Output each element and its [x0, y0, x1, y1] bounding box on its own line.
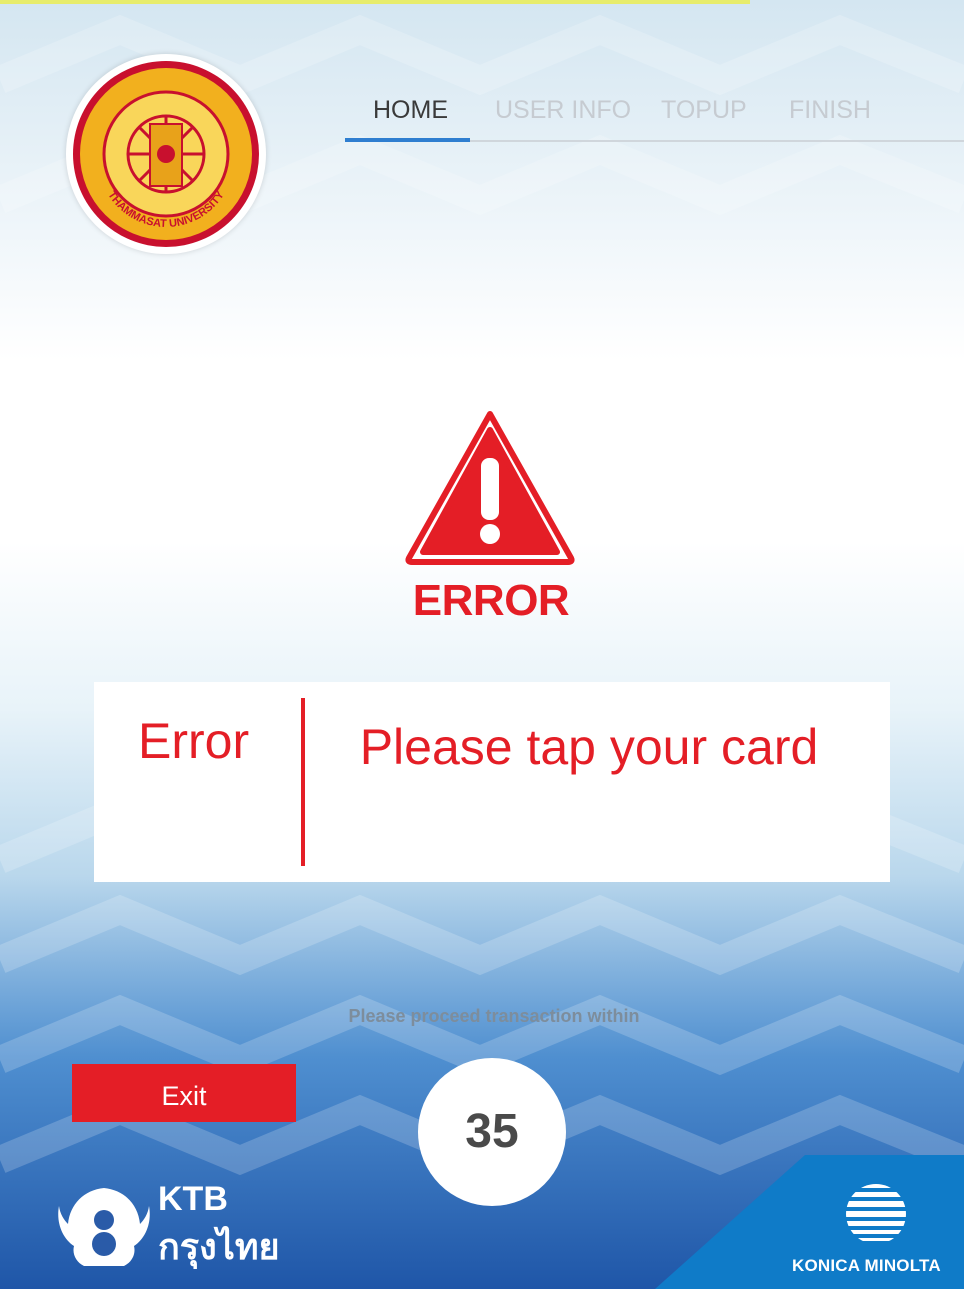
garuda-icon — [58, 1188, 150, 1266]
countdown-label: Please proceed transaction within — [348, 1006, 640, 1026]
tab-finish[interactable]: FINISH — [789, 96, 871, 125]
university-logo: THAMMASAT UNIVERSITY — [66, 54, 266, 254]
tab-topup[interactable]: TOPUP — [661, 96, 747, 125]
exit-button[interactable]: Exit — [72, 1064, 296, 1122]
konica-minolta-logo-text: KONICA MINOLTA — [792, 1256, 941, 1275]
warning-icon — [405, 411, 575, 565]
ktb-thai-name: กรุงไทย — [158, 1226, 280, 1267]
message-divider — [301, 698, 305, 866]
ktb-name: KTB — [158, 1180, 228, 1218]
ktb-logo: KTB กรุงไทย — [54, 1180, 304, 1270]
tab-user-info[interactable]: USER INFO — [495, 96, 631, 125]
error-message: Please tap your card — [359, 719, 819, 775]
konica-minolta-globe-icon — [846, 1184, 906, 1241]
error-message-box: Error Please tap your card — [94, 682, 890, 882]
error-label: Error — [138, 713, 250, 769]
thammasat-seal-icon: THAMMASAT UNIVERSITY — [73, 61, 259, 247]
step-nav: HOME USER INFO TOPUP FINISH — [345, 96, 964, 146]
error-title: ERROR — [412, 576, 570, 625]
tab-home[interactable]: HOME — [373, 96, 448, 125]
kiosk-screen: THAMMASAT UNIVERSITY HOME USER INFO TOPU… — [0, 0, 964, 1289]
countdown-timer: 35 — [418, 1058, 566, 1206]
top-accent-line — [0, 0, 750, 4]
